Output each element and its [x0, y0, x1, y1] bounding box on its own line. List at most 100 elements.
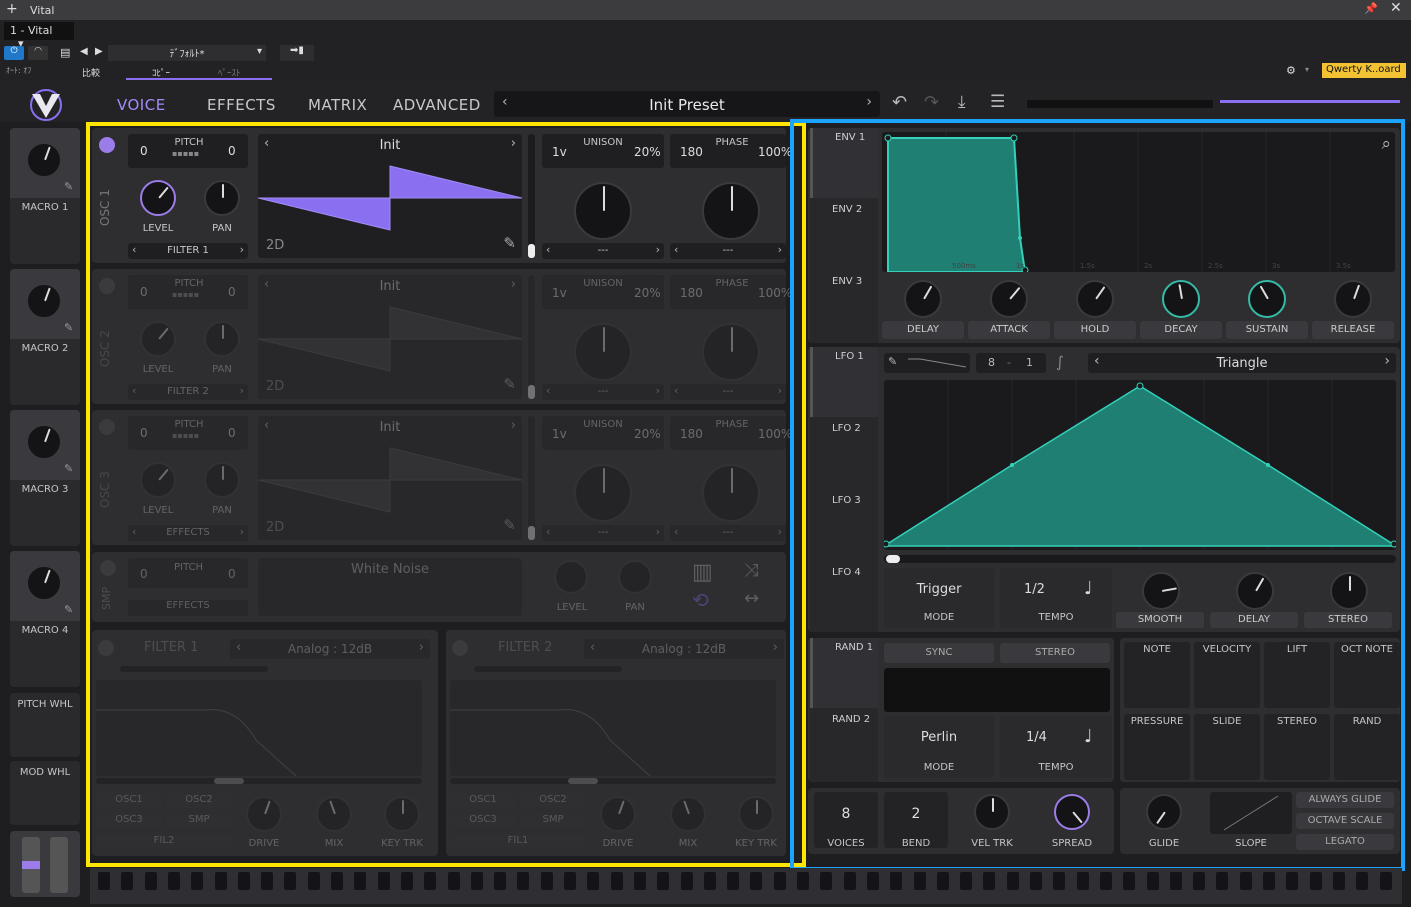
smp-dest-select[interactable]: EFFECTS	[128, 600, 248, 616]
osc-1-unison-knob[interactable]	[574, 182, 632, 240]
keyboard-key[interactable]	[1169, 872, 1182, 890]
osc-2-phase-box[interactable]: 180 PHASE 100%	[670, 275, 792, 309]
lfo-grid-y[interactable]: 1	[1026, 356, 1033, 369]
lfo-grid-x[interactable]: 8	[988, 356, 995, 369]
mod-source-slide[interactable]: SLIDE	[1194, 714, 1260, 780]
rand-sync-button[interactable]: SYNC	[884, 643, 994, 663]
mod-source-note[interactable]: NOTE	[1124, 642, 1190, 708]
osc-1-unison-voices[interactable]: 1v	[552, 145, 567, 159]
osc-1-dest-select[interactable]: ‹ FILTER 1 ›	[128, 243, 248, 259]
osc-1-distortion-next-icon[interactable]: ›	[778, 243, 782, 256]
sample-name[interactable]: White Noise	[258, 562, 522, 577]
wheel-0[interactable]: PITCH WHL	[10, 693, 80, 757]
chevron-down-icon[interactable]: ▾	[1305, 65, 1309, 74]
filter-2-src-osc1[interactable]: OSC1	[450, 794, 516, 808]
power-icon[interactable]: ⏻	[4, 46, 24, 60]
keyboard-key[interactable]	[98, 872, 110, 890]
keyboard-key[interactable]	[214, 872, 227, 890]
keyboard-key[interactable]	[1030, 872, 1042, 890]
osc-3-dest-label[interactable]: EFFECTS	[128, 527, 248, 538]
lfo-stereo-knob[interactable]	[1330, 572, 1368, 610]
smp-pitch-box[interactable]: 0 PITCH 0	[128, 558, 248, 588]
mod-source-stereo[interactable]: STEREO	[1264, 714, 1330, 780]
smooth-curve-icon[interactable]: ∫	[1056, 353, 1064, 371]
keyboard-key[interactable]	[797, 872, 809, 890]
filter-2-src-smp[interactable]: SMP	[520, 814, 586, 828]
filter-1-src-fil[interactable]: FIL2	[96, 835, 232, 849]
rand-tab-2[interactable]: RAND 2	[810, 710, 878, 780]
osc-3-power-toggle[interactable]	[99, 419, 115, 435]
osc-3-pitch-right[interactable]: 0	[228, 426, 236, 440]
macro-3-edit-icon[interactable]: ✎	[64, 462, 73, 475]
volume-meter[interactable]	[1220, 100, 1400, 103]
osc-2-dest-label[interactable]: FILTER 2	[128, 386, 248, 397]
env-tab-3[interactable]: ENV 3	[810, 272, 878, 342]
keyboard-key[interactable]	[424, 872, 437, 890]
keyboard-key[interactable]	[354, 872, 367, 890]
filter-2-model[interactable]: Analog : 12dB	[584, 642, 784, 656]
osc-3-wt-next-icon[interactable]: ›	[511, 418, 516, 433]
osc-2-wavetable[interactable]: ‹ Init › 2D ✎	[258, 275, 522, 399]
keyboard-key[interactable]	[680, 872, 693, 890]
glide-knob[interactable]	[1146, 794, 1182, 830]
mod-source-lift[interactable]: LIFT	[1264, 642, 1330, 708]
filter-1-drive-knob[interactable]	[246, 796, 282, 832]
keyboard-key[interactable]	[1263, 872, 1275, 890]
keyboard-key[interactable]	[1332, 872, 1345, 890]
bend-box[interactable]: 2 BEND	[884, 792, 948, 849]
osc-2-unison-knob[interactable]	[574, 323, 632, 381]
osc-2-phase-knob[interactable]	[702, 323, 760, 381]
smp-power-toggle[interactable]	[100, 560, 116, 576]
osc-1-frame-slider[interactable]	[528, 134, 535, 258]
host-preset-select[interactable]: ﾃﾞﾌｫﾙﾄ* ▾	[108, 45, 266, 61]
macro-4-knob[interactable]	[26, 565, 62, 601]
lfo-smooth-knob[interactable]	[1142, 572, 1180, 610]
osc-3-wt-name[interactable]: Init	[258, 420, 522, 435]
mod-source-velocity[interactable]: VELOCITY	[1194, 642, 1260, 708]
osc-2-spectral-label[interactable]: ---	[542, 386, 664, 397]
osc-1-phase-box[interactable]: 180 PHASE 100%	[670, 134, 792, 168]
keyboard[interactable]	[90, 868, 1402, 904]
osc-2-edit-icon[interactable]: ✎	[503, 375, 516, 393]
osc-1-phase-val[interactable]: 180	[680, 145, 703, 159]
lfo-grid-box[interactable]: 8 - 1	[976, 353, 1046, 373]
osc-3-unison-box[interactable]: 1v UNISON 20%	[542, 416, 664, 450]
lfo-tab-2[interactable]: LFO 2	[810, 419, 878, 489]
macro-1-edit-icon[interactable]: ✎	[64, 180, 73, 193]
keyboard-key[interactable]	[400, 872, 413, 890]
env-sustain-knob[interactable]	[1248, 280, 1286, 318]
osc-3-level-knob[interactable]	[140, 462, 176, 498]
menu-icon[interactable]: ☰	[990, 92, 1005, 112]
lfo-shape-name[interactable]: Triangle	[1088, 356, 1396, 371]
keyboard-key[interactable]	[633, 872, 646, 890]
filter-2-keytrk-knob[interactable]	[738, 796, 774, 832]
env-tab-1[interactable]: ENV 1	[810, 128, 878, 198]
lfo-scroll-thumb[interactable]	[886, 555, 900, 563]
octave-scale-toggle[interactable]: OCTAVE SCALE	[1296, 813, 1394, 829]
osc-1-pitch-left[interactable]: 0	[140, 144, 148, 158]
filter-1-src-osc2[interactable]: OSC2	[166, 794, 232, 808]
osc-2-distortion-select[interactable]: ‹ --- ›	[670, 384, 786, 400]
osc-1-power-toggle[interactable]	[99, 137, 115, 153]
keyboard-key[interactable]	[1239, 872, 1252, 890]
keyboard-key[interactable]	[237, 872, 250, 890]
rand-tab-1[interactable]: RAND 1	[810, 638, 878, 708]
keyboard-key[interactable]	[1076, 872, 1089, 890]
keyboard-key[interactable]	[866, 872, 879, 890]
osc-2-pitch-box[interactable]: 0 PITCH ▪▪▪▪▪ 0	[128, 275, 248, 309]
lfo-tab-4[interactable]: LFO 4	[810, 563, 878, 633]
slope-display[interactable]	[1210, 792, 1292, 834]
osc-2-spectral-select[interactable]: ‹ --- ›	[542, 384, 664, 400]
lfo-tempo-value[interactable]: 1/2	[1024, 582, 1045, 597]
env-tab-2[interactable]: ENV 2	[810, 200, 878, 270]
preset-browser[interactable]: ‹ Init Preset ›	[494, 91, 880, 117]
rand-tempo-box[interactable]: 1/4 ♩ TEMPO	[1000, 716, 1112, 778]
filter-2-mix-knob[interactable]	[670, 796, 706, 832]
mod-wheel[interactable]	[50, 837, 68, 893]
osc-2-wt-next-icon[interactable]: ›	[511, 277, 516, 292]
keyboard-key[interactable]	[1099, 872, 1112, 890]
prev-preset-icon[interactable]: ◀	[80, 46, 88, 57]
osc-3-distortion-next-icon[interactable]: ›	[778, 525, 782, 538]
osc-3-distortion-label[interactable]: ---	[670, 527, 786, 538]
env-attack-knob[interactable]	[990, 280, 1028, 318]
